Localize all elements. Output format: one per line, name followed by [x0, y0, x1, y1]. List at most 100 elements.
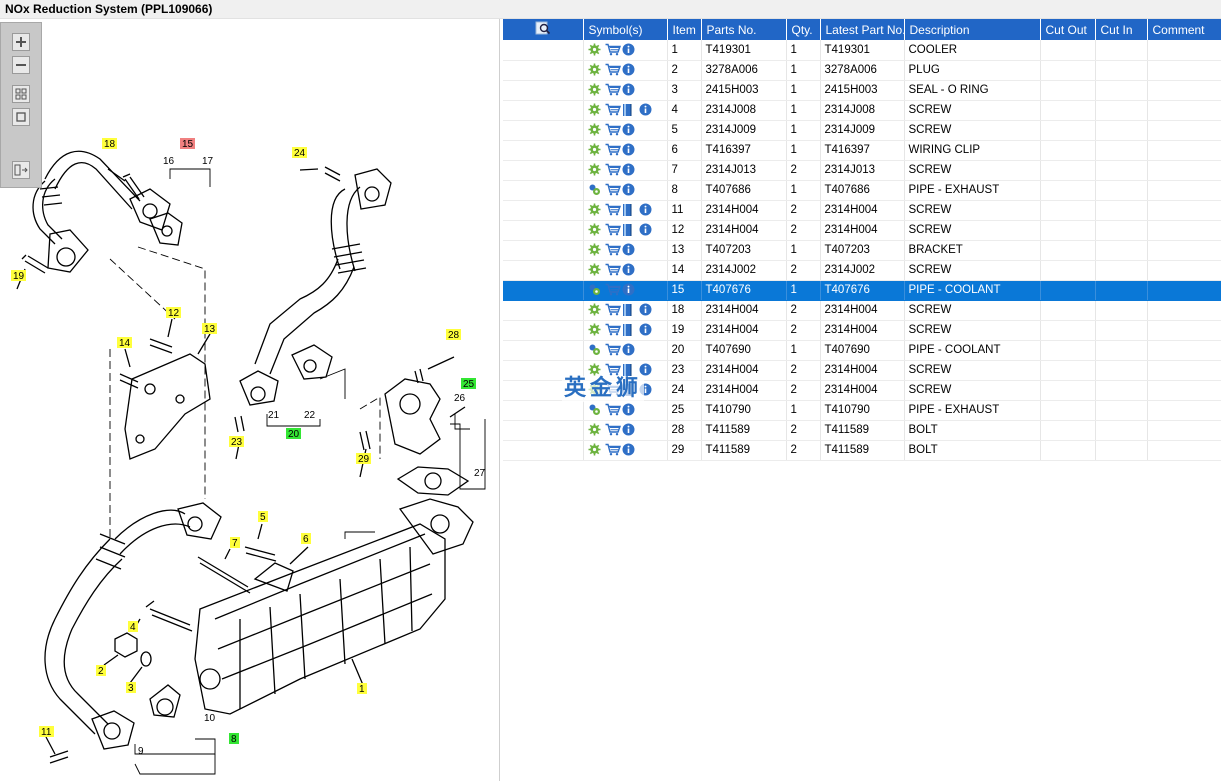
cart-icon[interactable] — [605, 123, 621, 137]
cart-icon[interactable] — [605, 363, 621, 377]
column-header-description[interactable]: Description — [904, 19, 1041, 40]
cart-icon[interactable] — [605, 243, 621, 257]
cart-icon[interactable] — [605, 223, 621, 237]
callout-25[interactable]: 25 — [461, 378, 476, 390]
book-icon[interactable] — [622, 323, 636, 337]
callout-1[interactable]: 1 — [357, 683, 367, 695]
header-icon-cell[interactable] — [503, 19, 584, 40]
table-row[interactable]: 25 T410790 1 T410790 PIPE - EXHAUST — [503, 400, 1221, 421]
info-icon[interactable] — [622, 403, 636, 417]
callout-18[interactable]: 18 — [102, 138, 117, 150]
book-icon[interactable] — [622, 103, 636, 117]
table-row[interactable]: 11 2314H004 2 2314H004 SCREW — [503, 200, 1221, 221]
info-icon[interactable] — [622, 43, 636, 57]
column-header-latest-part-no[interactable]: Latest Part No. — [820, 19, 905, 40]
column-header-comment[interactable]: Comment — [1147, 19, 1221, 40]
callout-11[interactable]: 11 — [39, 726, 54, 738]
cart-icon[interactable] — [605, 63, 621, 77]
table-row[interactable]: 6 T416397 1 T416397 WIRING CLIP — [503, 140, 1221, 161]
table-row[interactable]: 2 3278A006 1 3278A006 PLUG — [503, 60, 1221, 81]
info-icon[interactable] — [639, 363, 653, 377]
table-row[interactable]: 13 T407203 1 T407203 BRACKET — [503, 240, 1221, 261]
column-header-cut-in[interactable]: Cut In — [1095, 19, 1148, 40]
zoom-in-button[interactable] — [12, 33, 30, 51]
cart-icon[interactable] — [605, 423, 621, 437]
table-row[interactable]: 28 T411589 2 T411589 BOLT — [503, 420, 1221, 441]
zoom-out-button[interactable] — [12, 56, 30, 74]
info-icon[interactable] — [622, 63, 636, 77]
diagram-panel[interactable]: 1 2 3 4 5 6 7 8 11 12 13 14 15 18 19 20 … — [0, 19, 500, 781]
cart-icon[interactable] — [605, 323, 621, 337]
callout-15[interactable]: 15 — [180, 138, 195, 150]
info-icon[interactable] — [622, 243, 636, 257]
table-row[interactable]: 19 2314H004 2 2314H004 SCREW — [503, 320, 1221, 341]
cart-icon[interactable] — [605, 143, 621, 157]
book-icon[interactable] — [622, 363, 636, 377]
callout-13[interactable]: 13 — [202, 323, 217, 335]
info-icon[interactable] — [622, 443, 636, 457]
column-header-cut-out[interactable]: Cut Out — [1040, 19, 1096, 40]
info-icon[interactable] — [622, 183, 636, 197]
cart-icon[interactable] — [605, 443, 621, 457]
cart-icon[interactable] — [605, 103, 621, 117]
column-header-item[interactable]: Item — [667, 19, 702, 40]
callout-20[interactable]: 20 — [286, 428, 301, 440]
info-icon[interactable] — [622, 423, 636, 437]
callout-28[interactable]: 28 — [446, 329, 461, 341]
info-icon[interactable] — [622, 83, 636, 97]
info-icon[interactable] — [639, 203, 653, 217]
cart-icon[interactable] — [605, 203, 621, 217]
callout-3[interactable]: 3 — [126, 682, 136, 694]
table-row[interactable]: 29 T411589 2 T411589 BOLT — [503, 440, 1221, 461]
cart-icon[interactable] — [605, 343, 621, 357]
book-icon[interactable] — [622, 303, 636, 317]
callout-24[interactable]: 24 — [292, 147, 307, 159]
table-row[interactable]: 8 T407686 1 T407686 PIPE - EXHAUST — [503, 180, 1221, 201]
callout-5[interactable]: 5 — [258, 511, 268, 523]
cart-icon[interactable] — [605, 303, 621, 317]
cart-icon[interactable] — [605, 183, 621, 197]
callout-23[interactable]: 23 — [229, 436, 244, 448]
table-row[interactable]: 4 2314J008 1 2314J008 SCREW — [503, 100, 1221, 121]
callout-4[interactable]: 4 — [128, 621, 138, 633]
info-icon[interactable] — [622, 263, 636, 277]
fit-all-button[interactable] — [12, 85, 30, 103]
column-header-qty[interactable]: Qty. — [786, 19, 821, 40]
table-row[interactable]: 1 T419301 1 T419301 COOLER — [503, 40, 1221, 61]
info-icon[interactable] — [622, 163, 636, 177]
callout-14[interactable]: 14 — [117, 337, 132, 349]
table-row[interactable]: 14 2314J002 2 2314J002 SCREW — [503, 260, 1221, 281]
cart-icon[interactable] — [605, 283, 621, 297]
callout-8[interactable]: 8 — [229, 733, 239, 745]
zoom-box-button[interactable] — [12, 108, 30, 126]
table-row[interactable]: 5 2314J009 1 2314J009 SCREW — [503, 120, 1221, 141]
column-header-parts-no[interactable]: Parts No. — [701, 19, 787, 40]
info-icon[interactable] — [639, 223, 653, 237]
info-icon[interactable] — [639, 103, 653, 117]
callout-12[interactable]: 12 — [166, 307, 181, 319]
table-row[interactable]: 20 T407690 1 T407690 PIPE - COOLANT — [503, 340, 1221, 361]
info-icon[interactable] — [639, 303, 653, 317]
callout-19[interactable]: 19 — [11, 270, 26, 282]
callout-29[interactable]: 29 — [356, 453, 371, 465]
book-icon[interactable] — [622, 203, 636, 217]
table-row[interactable]: 12 2314H004 2 2314H004 SCREW — [503, 220, 1221, 241]
cart-icon[interactable] — [605, 43, 621, 57]
info-icon[interactable] — [622, 123, 636, 137]
callout-2[interactable]: 2 — [96, 665, 106, 677]
split-view-button[interactable] — [12, 161, 30, 179]
cart-icon[interactable] — [605, 403, 621, 417]
cart-icon[interactable] — [605, 263, 621, 277]
cart-icon[interactable] — [605, 163, 621, 177]
info-icon[interactable] — [622, 143, 636, 157]
info-icon[interactable] — [622, 343, 636, 357]
table-row[interactable]: 15 T407676 1 T407676 PIPE - COOLANT — [503, 280, 1221, 301]
table-row[interactable]: 7 2314J013 2 2314J013 SCREW — [503, 160, 1221, 181]
table-row[interactable]: 3 2415H003 1 2415H003 SEAL - O RING — [503, 80, 1221, 101]
book-icon[interactable] — [622, 223, 636, 237]
callout-6[interactable]: 6 — [301, 533, 311, 545]
cart-icon[interactable] — [605, 83, 621, 97]
column-header-symbols[interactable]: Symbol(s) — [583, 19, 668, 40]
callout-7[interactable]: 7 — [230, 537, 240, 549]
info-icon[interactable] — [639, 323, 653, 337]
